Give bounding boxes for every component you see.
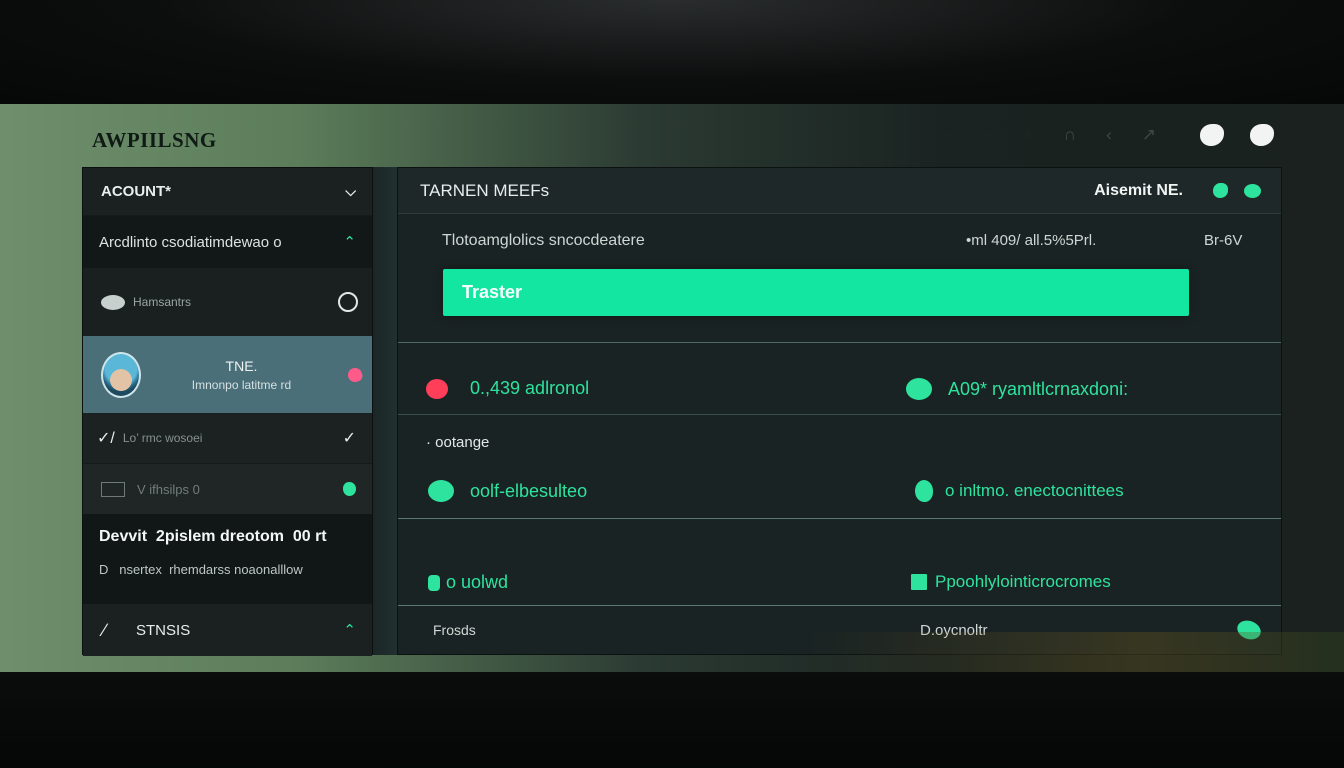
list-item[interactable]: Ppoohlylointicrocromes (911, 572, 1111, 592)
main-meta-secondary: Br-6V (1204, 232, 1243, 249)
gem-icon[interactable] (1213, 183, 1228, 198)
settings-label: STNSIS (136, 621, 191, 639)
sidebar-device[interactable]: Devvit 2pislem dreotom 00 rt D nsertex r… (83, 514, 372, 604)
user-name[interactable]: Aisemit NE. (1094, 182, 1183, 200)
sidebar-settings[interactable]: ∕ STNSIS ⌃ (83, 604, 372, 656)
app-window: AWPIILSNG ∩ ‹ ↗ ACOUNT* ⌵ Arcdlinto csod… (0, 104, 1344, 672)
profile-subtitle: Imnonpo latitme rd (191, 377, 292, 392)
chevron-up-icon[interactable]: ⌃ (343, 233, 356, 251)
primary-action-label: Traster (462, 282, 523, 302)
section-label: · ootange (426, 434, 489, 451)
divider (398, 414, 1281, 415)
profile-text: TNE. Imnonpo latitme rd (135, 358, 348, 392)
forward-icon[interactable]: ↗ (1142, 125, 1156, 145)
chart-icon (911, 574, 927, 590)
bottom-vignette (0, 672, 1344, 768)
account-header-label: ACOUNT* (101, 183, 171, 200)
panel-divider (373, 167, 397, 655)
list-item-label: 0.,439 adlronol (470, 378, 590, 398)
app-icon[interactable] (1200, 124, 1224, 146)
sidebar-account-header[interactable]: ACOUNT* ⌵ (83, 168, 372, 215)
divider (398, 342, 1281, 343)
check-row-label: Lo’ rmc wosoei (122, 431, 203, 445)
check-icon: ✓/ (97, 430, 115, 447)
bookmark-icon (428, 574, 440, 591)
topbar-icons: ∩ ‹ ↗ (943, 124, 1274, 146)
checkmark-icon[interactable]: ✓ (343, 428, 356, 448)
status-dot-icon (1023, 131, 1032, 139)
main-panel: TARNEN MEEFs Aisemit NE. Tlotoamglolics … (397, 167, 1282, 655)
visibility-row-label: V ifhsilps 0 (137, 481, 200, 497)
back-icon[interactable]: ‹ (1106, 125, 1112, 145)
sidebar-item[interactable]: Hamsantrs (83, 268, 372, 336)
app-title: AWPIILSNG (92, 128, 217, 152)
list-item[interactable]: oolf-elbesulteo (428, 480, 587, 502)
status-icon[interactable] (343, 482, 356, 496)
shield-icon (915, 480, 933, 502)
page-title: TARNEN MEEFs (420, 180, 550, 200)
alert-icon (426, 378, 448, 399)
main-header: TARNEN MEEFs Aisemit NE. (398, 168, 1281, 214)
list-item[interactable]: o inltmo. enectocnittees (915, 480, 1124, 502)
profile-icon[interactable] (1250, 124, 1274, 146)
list-item-label: Ppoohlylointicrocromes (935, 572, 1111, 591)
toggle-icon (101, 294, 125, 310)
sidebar-profile[interactable]: TNE. Imnonpo latitme rd (83, 336, 372, 413)
main-meta: •ml 409/ all.5%5Prl. (966, 232, 1097, 249)
check-row-content: ✓/ Lo’ rmc wosoei (97, 428, 202, 448)
sidebar: ACOUNT* ⌵ Arcdlinto csodiatimdewao o ⌃ H… (82, 167, 373, 656)
primary-action-button[interactable]: Traster (443, 269, 1189, 316)
sidebar-item-content: Hamsantrs (101, 294, 192, 310)
device-subtitle: D nsertex rhemdarss noaonalllow (99, 562, 303, 577)
accounts-sub-label: Arcdlinto csodiatimdewao o (99, 233, 282, 251)
pencil-icon: ∕ (103, 619, 107, 640)
list-item-label: oolf-elbesulteo (470, 480, 588, 501)
settings-content: ∕ STNSIS (103, 620, 190, 641)
visibility-row-content: V ifhsilps 0 (101, 481, 200, 497)
list-item[interactable]: 0.,439 adlronol (426, 378, 589, 399)
heart-icon[interactable] (346, 365, 364, 384)
main-subtitle: Tlotoamglolics sncocdeatere (442, 232, 645, 249)
list-item-label: o uolwd (446, 572, 509, 592)
sidebar-accounts-sub[interactable]: Arcdlinto csodiatimdewao o ⌃ (83, 216, 372, 268)
window-icon (101, 481, 125, 497)
footer-mid-label: D.oycnoltr (920, 622, 988, 639)
device-title: Devvit 2pislem dreotom 00 rt (99, 528, 327, 545)
leaf-icon[interactable] (1244, 183, 1261, 198)
chevron-up-icon[interactable]: ⌃ (343, 621, 356, 639)
list-item-label: o inltmo. enectocnittees (945, 481, 1124, 500)
profile-name: TNE. (225, 357, 258, 374)
sidebar-check-row[interactable]: ✓/ Lo’ rmc wosoei ✓ (83, 413, 372, 463)
top-vignette (0, 0, 1344, 104)
leaf-icon (906, 378, 932, 400)
chevron-down-icon[interactable]: ⌵ (345, 183, 356, 200)
leaf-icon[interactable] (1234, 617, 1264, 643)
wifi-icon[interactable] (338, 292, 358, 312)
status-dot-icon (983, 131, 992, 139)
section-label-text: · ootange (426, 434, 490, 451)
divider (398, 518, 1281, 519)
footer-left-label: Frosds (433, 622, 476, 638)
sidebar-visibility-row[interactable]: V ifhsilps 0 (83, 464, 372, 514)
list-item-label: A09* ryamltlcrnaxdoni: (948, 378, 1129, 399)
divider (398, 605, 1281, 606)
list-item[interactable]: o uolwd (428, 572, 508, 593)
list-item[interactable]: A09* ryamltlcrnaxdoni: (906, 378, 1128, 400)
headset-icon[interactable]: ∩ (1064, 125, 1076, 145)
sidebar-item-label: Hamsantrs (133, 295, 192, 309)
pill-icon (428, 480, 454, 502)
status-dot-icon (943, 131, 952, 139)
